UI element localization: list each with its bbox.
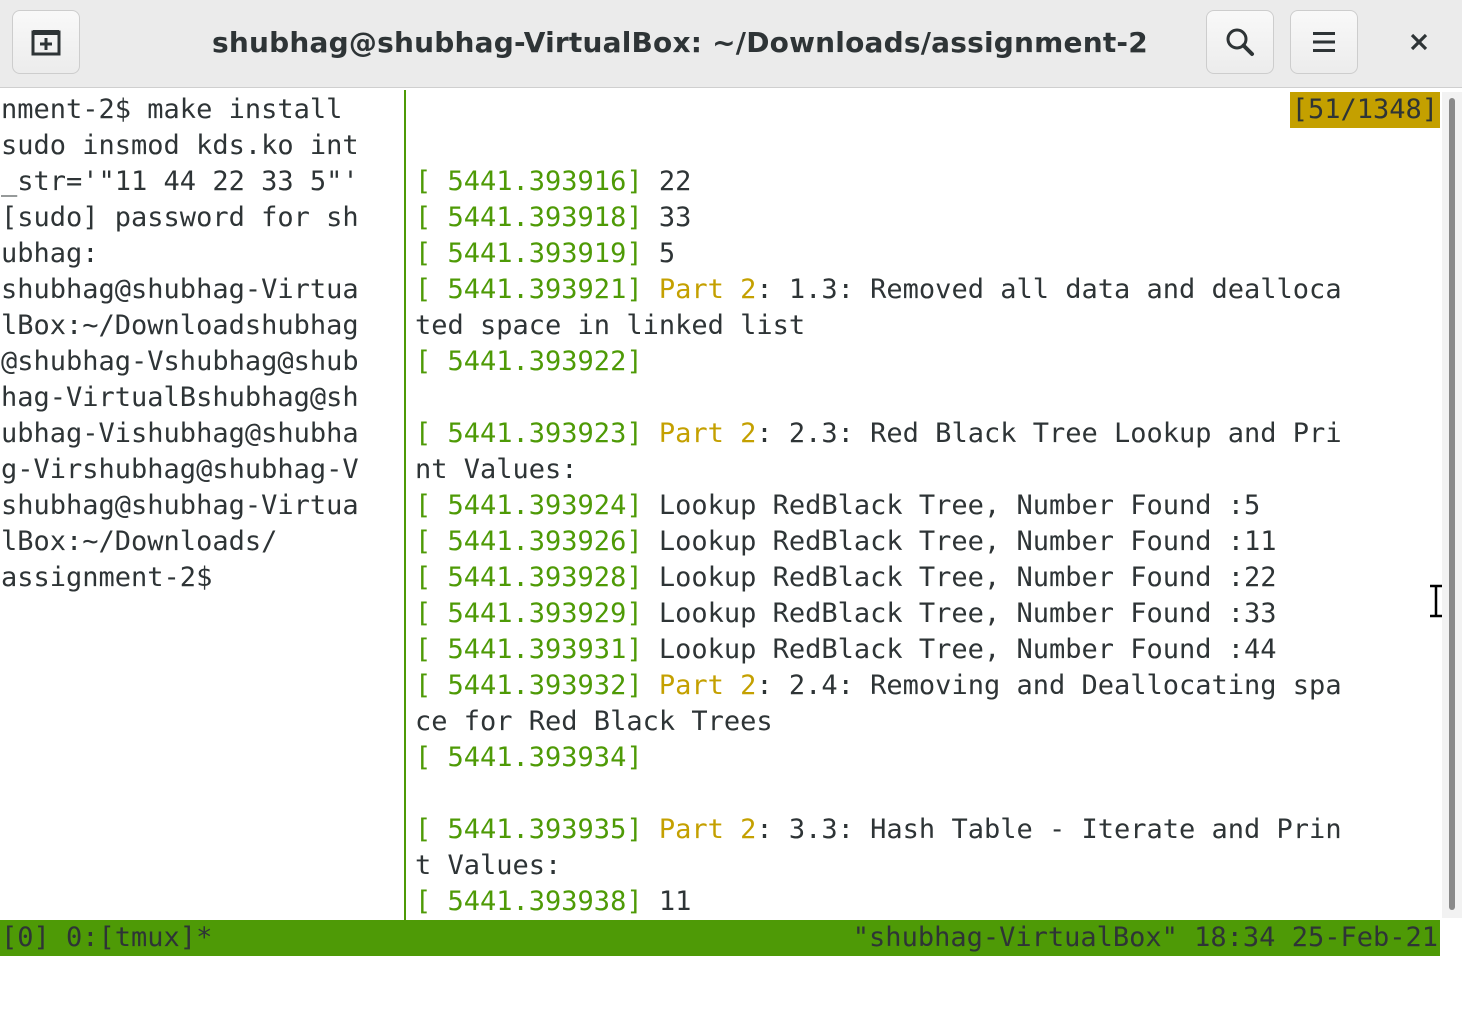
log-message: Lookup RedBlack Tree, Number Found :11 [642, 526, 1277, 557]
window-title: shubhag@shubhag-VirtualBox: ~/Downloads/… [212, 25, 1148, 59]
log-timestamp: [ 5441.393931] [415, 634, 643, 665]
log-line: [ 5441.393938] 11 [415, 884, 1440, 920]
log-line: ce for Red Black Trees [415, 704, 1440, 740]
log-timestamp: [ 5441.393921] [415, 274, 643, 305]
log-message: 5 [642, 238, 676, 269]
terminal-line: @shubhag-Vshubhag@shub [1, 346, 359, 377]
log-timestamp: [ 5441.393918] [415, 202, 643, 233]
log-timestamp: [ 5441.393938] [415, 886, 643, 917]
log-message: 11 [642, 886, 692, 917]
log-message: Lookup RedBlack Tree, Number Found :33 [642, 598, 1277, 629]
terminal-line: _str='"11 44 22 33 5"' [1, 166, 359, 197]
log-timestamp: [ 5441.393919] [415, 238, 643, 269]
terminal-line: [sudo] password for sh [1, 202, 359, 233]
log-message: : 3.3: Hash Table - Iterate and Prin [756, 814, 1342, 845]
log-timestamp: [ 5441.393916] [415, 166, 643, 197]
log-part-label: Part 2 [642, 274, 757, 305]
right-terminal-pane[interactable]: [51/1348] [ 5441.393916] 22[ 5441.393918… [415, 92, 1440, 920]
log-part-label: Part 2 [642, 670, 757, 701]
hamburger-menu-icon [1313, 32, 1335, 52]
search-button[interactable] [1206, 10, 1274, 74]
log-message: : 2.3: Red Black Tree Lookup and Pri [756, 418, 1342, 449]
tmux-status-bar: [0] 0:[tmux]* "shubhag-VirtualBox" 18:34… [0, 920, 1440, 956]
log-part-label: Part 2 [642, 814, 757, 845]
title-bar: shubhag@shubhag-VirtualBox: ~/Downloads/… [0, 0, 1462, 88]
log-line: [ 5441.393924] Lookup RedBlack Tree, Num… [415, 488, 1440, 524]
log-line: [ 5441.393928] Lookup RedBlack Tree, Num… [415, 560, 1440, 596]
text-cursor-icon [1430, 584, 1442, 618]
log-line: [ 5441.393929] Lookup RedBlack Tree, Num… [415, 596, 1440, 632]
terminal-line: ubhag: [1, 238, 99, 269]
close-icon [1410, 33, 1428, 51]
log-line: [ 5441.393922] [415, 344, 1440, 380]
new-tab-icon [31, 30, 61, 56]
status-host-datetime: "shubhag-VirtualBox" 18:34 25-Feb-21 [852, 922, 1438, 953]
window-bottom-edge [0, 956, 1462, 964]
close-button[interactable] [1386, 10, 1452, 74]
log-line: [ 5441.393935] Part 2: 3.3: Hash Table -… [415, 812, 1440, 848]
terminal-line: hag-VirtualBshubhag@sh [1, 382, 359, 413]
terminal-line: shubhag@shubhag-Virtua [1, 274, 359, 305]
search-icon [1226, 28, 1254, 56]
log-message: t Values: [415, 850, 562, 881]
log-timestamp: [ 5441.393934] [415, 742, 643, 773]
terminal-line: g-Virshubhag@shubhag-V [1, 454, 359, 485]
scrollbar[interactable] [1442, 92, 1462, 918]
log-line: [ 5441.393921] Part 2: 1.3: Removed all … [415, 272, 1440, 308]
log-line: [ 5441.393923] Part 2: 2.3: Red Black Tr… [415, 416, 1440, 452]
log-line: [ 5441.393919] 5 [415, 236, 1440, 272]
log-message: Lookup RedBlack Tree, Number Found :44 [642, 634, 1277, 665]
log-message: nt Values: [415, 454, 578, 485]
log-line: nt Values: [415, 452, 1440, 488]
log-message: ce for Red Black Trees [415, 706, 773, 737]
terminal-line: nment-2$ make install [1, 94, 343, 125]
log-line: [ 5441.393926] Lookup RedBlack Tree, Num… [415, 524, 1440, 560]
scroll-position-indicator: [51/1348] [1289, 92, 1440, 128]
log-message: 22 [642, 166, 692, 197]
terminal-line: lBox:~/Downloadshubhag [1, 310, 359, 341]
log-message: Lookup RedBlack Tree, Number Found :22 [642, 562, 1277, 593]
left-terminal-pane[interactable]: nment-2$ make install sudo insmod kds.ko … [1, 92, 401, 920]
menu-button[interactable] [1290, 10, 1358, 74]
log-timestamp: [ 5441.393926] [415, 526, 643, 557]
log-message: : 2.4: Removing and Deallocating spa [756, 670, 1342, 701]
log-line: [ 5441.393916] 22 [415, 164, 1440, 200]
terminal-line: shubhag@shubhag-Virtua [1, 490, 359, 521]
scrollbar-thumb[interactable] [1449, 98, 1455, 910]
log-message: ted space in linked list [415, 310, 806, 341]
log-line: [ 5441.393931] Lookup RedBlack Tree, Num… [415, 632, 1440, 668]
log-message: Lookup RedBlack Tree, Number Found :5 [642, 490, 1261, 521]
log-line: [ 5441.393932] Part 2: 2.4: Removing and… [415, 668, 1440, 704]
status-session-info: [0] 0:[tmux]* [1, 922, 213, 953]
log-timestamp: [ 5441.393924] [415, 490, 643, 521]
log-timestamp: [ 5441.393923] [415, 418, 643, 449]
log-line: [ 5441.393934] [415, 740, 1440, 776]
log-timestamp: [ 5441.393928] [415, 562, 643, 593]
log-line: t Values: [415, 848, 1440, 884]
log-timestamp: [ 5441.393922] [415, 346, 643, 377]
log-part-label: Part 2 [642, 418, 757, 449]
log-timestamp: [ 5441.393935] [415, 814, 643, 845]
terminal-line: ubhag-Vishubhag@shubha [1, 418, 359, 449]
terminal-line: sudo insmod kds.ko int [1, 130, 359, 161]
terminal-line: assignment-2$ [1, 562, 213, 593]
new-tab-button[interactable] [12, 10, 80, 74]
log-message: 33 [642, 202, 692, 233]
log-timestamp: [ 5441.393929] [415, 598, 643, 629]
log-line: ted space in linked list [415, 308, 1440, 344]
pane-divider[interactable] [404, 90, 406, 920]
log-line: [ 5441.393918] 33 [415, 200, 1440, 236]
log-timestamp: [ 5441.393932] [415, 670, 643, 701]
terminal-line: lBox:~/Downloads/ [1, 526, 278, 557]
log-message: : 1.3: Removed all data and dealloca [756, 274, 1342, 305]
